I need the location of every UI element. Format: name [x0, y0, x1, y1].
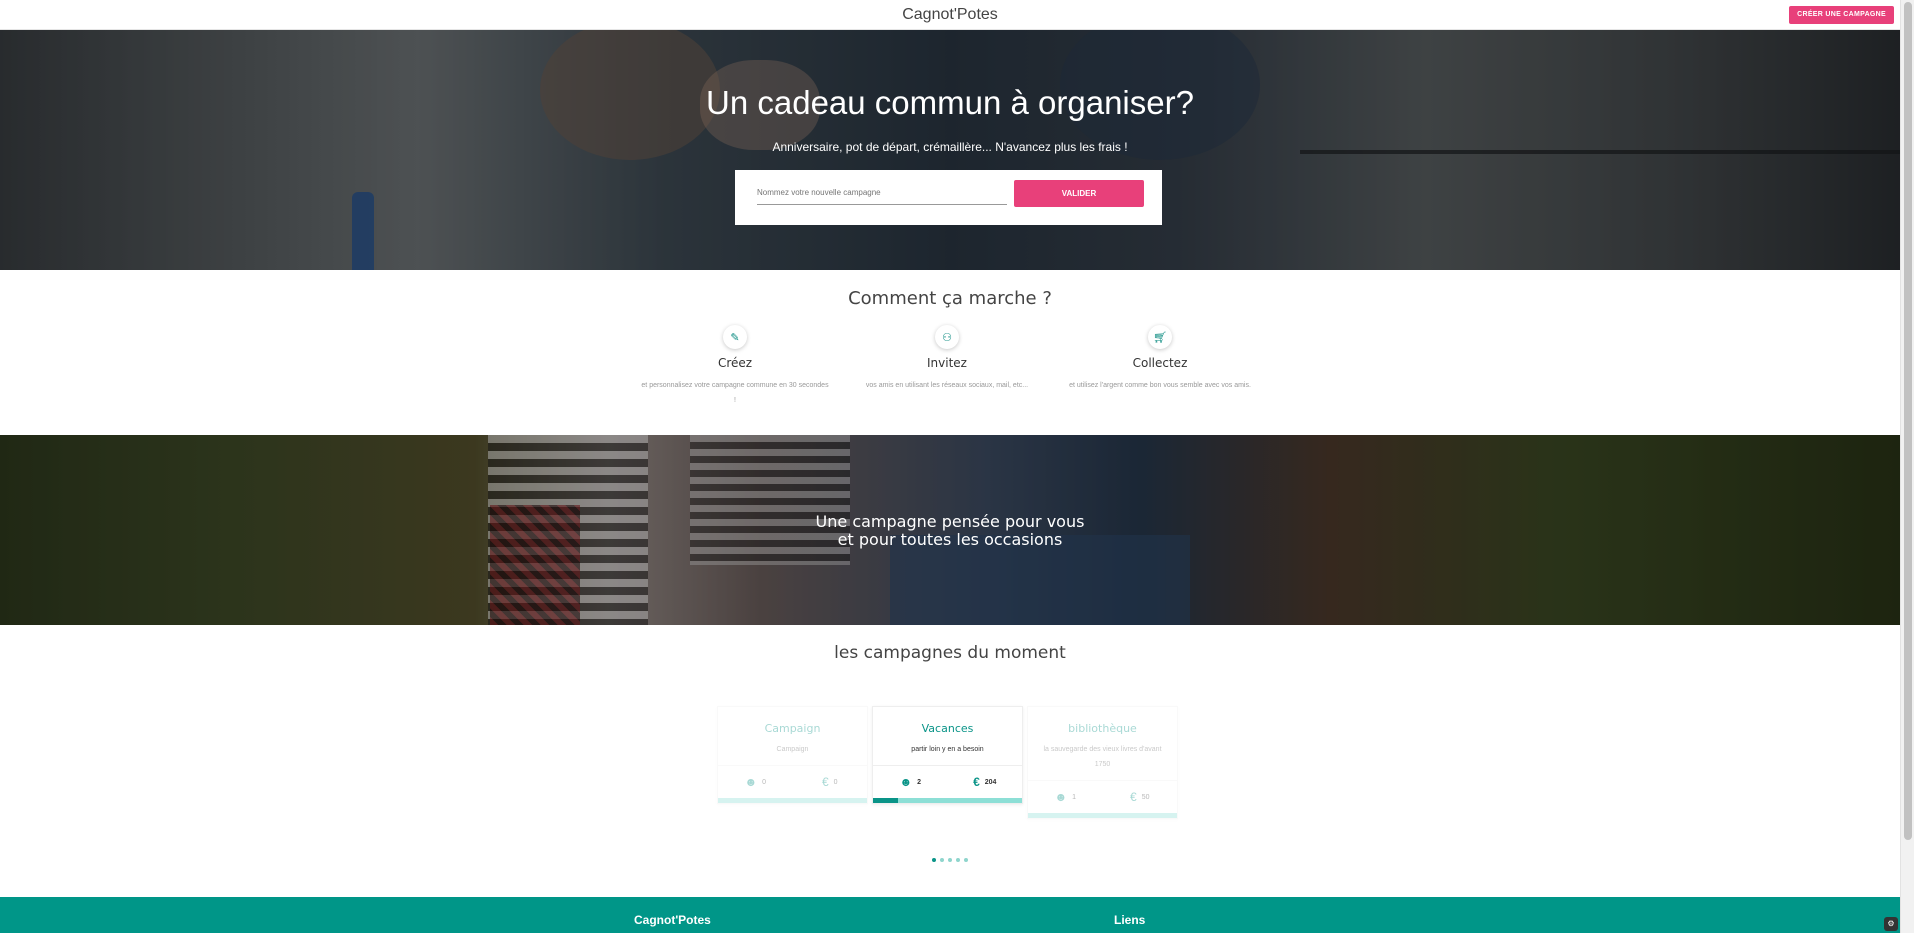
footer-links-heading: Liens [1114, 913, 1146, 927]
step-title: Collectez [1132, 356, 1188, 370]
step-description: et utilisez l'argent comme bon vous semb… [1069, 382, 1251, 389]
carousel-dot[interactable] [940, 858, 944, 862]
participants-stat: ☻ 0 [718, 766, 793, 798]
section-title: les campagnes du moment [834, 643, 1066, 663]
page: Cagnot'Potes CRÉER UNE CAMPAGNE Un cadea… [0, 0, 1900, 933]
pencil-icon: ✎ [723, 325, 747, 349]
step-description: vos amis en utilisant les réseaux sociau… [865, 382, 1029, 389]
create-campaign-button[interactable]: CRÉER UNE CAMPAGNE [1789, 6, 1894, 24]
progress-bar [1028, 813, 1177, 818]
carousel-dot[interactable] [948, 858, 952, 862]
campaign-card[interactable]: bibliothèque la sauvegarde des vieux liv… [1027, 706, 1178, 819]
euro-icon: € [973, 775, 980, 789]
campaign-card[interactable]: Vacances partir loin y en a besoin ☻ 2 €2… [872, 706, 1023, 804]
banner-caption-line: et pour toutes les occasions [837, 530, 1063, 549]
footer-brand: Cagnot'Potes [634, 913, 711, 927]
campaign-card[interactable]: Campaign Campaign ☻ 0 €0 [717, 706, 868, 804]
participants-count: 0 [762, 778, 767, 786]
carousel-dot[interactable] [964, 858, 968, 862]
campaign-title: bibliothèque [1068, 722, 1137, 735]
occasions-banner: Une campagne pensée pour vous et pour to… [0, 435, 1900, 625]
hero-section: Un cadeau commun à organiser? Anniversai… [0, 30, 1900, 270]
new-campaign-form: VALIDER [735, 170, 1162, 225]
banner-caption: Une campagne pensée pour vous et pour to… [0, 513, 1900, 549]
page-scrollbar[interactable] [1900, 0, 1914, 933]
scrollbar-thumb[interactable] [1904, 2, 1912, 840]
amount-stat: €204 [948, 766, 1023, 798]
user-icon: ☻ [899, 775, 913, 789]
campaign-stats: ☻ 2 €204 [873, 765, 1022, 798]
amount-value: 204 [984, 778, 997, 786]
step-description: et personnalisez votre campagne commune … [641, 382, 829, 404]
campaign-description: Campaign [776, 746, 809, 753]
euro-icon: € [1130, 790, 1137, 804]
participants-count: 1 [1072, 793, 1077, 801]
top-navbar: Cagnot'Potes CRÉER UNE CAMPAGNE [0, 0, 1900, 30]
campaign-name-input[interactable] [757, 180, 1007, 205]
euro-icon: € [821, 775, 829, 789]
footer: Cagnot'Potes Liens ⚙ [0, 897, 1900, 933]
carousel-dot[interactable] [932, 858, 936, 862]
amount-value: 50 [1141, 793, 1150, 801]
carousel-pagination [0, 858, 1900, 862]
cart-icon: 🛒︎ [1148, 325, 1172, 349]
progress-bar [873, 798, 1022, 803]
user-icon: ☻ [1054, 790, 1068, 804]
amount-stat: €0 [793, 766, 868, 798]
campaign-title: Campaign [764, 722, 821, 735]
participants-count: 2 [917, 778, 922, 786]
brand-logo[interactable]: Cagnot'Potes [0, 6, 1900, 24]
progress-bar [718, 798, 867, 803]
section-title: Comment ça marche ? [848, 288, 1052, 309]
campaign-stats: ☻ 1 €50 [1028, 780, 1177, 813]
people-icon: ⚇ [935, 325, 959, 349]
submit-campaign-button[interactable]: VALIDER [1014, 180, 1144, 207]
participants-stat: ☻ 1 [1028, 781, 1103, 813]
campaign-description: partir loin y en a besoin [911, 746, 984, 753]
campaign-title: Vacances [921, 722, 974, 735]
settings-icon[interactable]: ⚙ [1884, 917, 1898, 931]
progress-fill [873, 798, 899, 803]
step-create: ✎ Créez et personnalisez votre campagne … [640, 325, 830, 408]
participants-stat: ☻ 2 [873, 766, 948, 798]
amount-value: 0 [833, 778, 838, 786]
carousel-dot[interactable] [956, 858, 960, 862]
amount-stat: €50 [1103, 781, 1178, 813]
step-invite: ⚇ Invitez vos amis en utilisant les rése… [852, 325, 1042, 393]
banner-caption-line: Une campagne pensée pour vous [815, 512, 1085, 531]
hero-title: Un cadeau commun à organiser? [706, 84, 1194, 121]
campaign-stats: ☻ 0 €0 [718, 765, 867, 798]
campaign-description: la sauvegarde des vieux livres d'avant 1… [1043, 746, 1162, 768]
step-title: Créez [717, 356, 753, 370]
step-collect: 🛒︎ Collectez et utilisez l'argent comme … [1065, 325, 1255, 393]
step-title: Invitez [927, 356, 967, 370]
hero-subtitle: Anniversaire, pot de départ, crémaillère… [772, 140, 1128, 154]
user-icon: ☻ [744, 775, 758, 789]
